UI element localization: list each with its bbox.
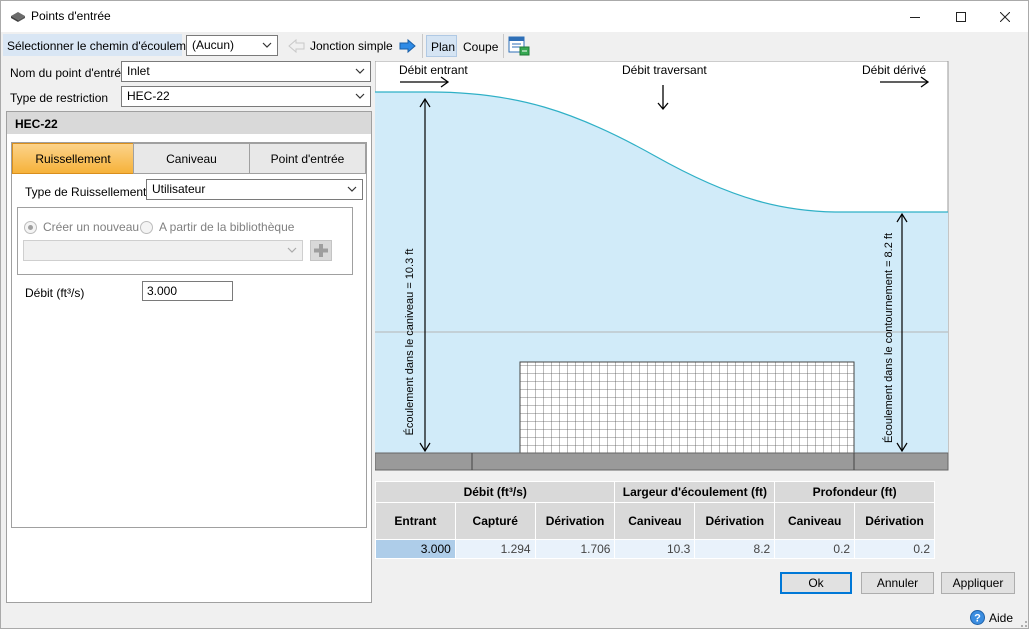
chevron-down-icon [355,93,365,99]
runoff-type-select[interactable]: Utilisateur [146,179,363,200]
maximize-button[interactable] [938,1,984,32]
group-header-width: Largeur d'écoulement (ft) [614,481,776,503]
plan-toggle[interactable]: Plan [426,35,457,57]
maximize-icon [956,11,966,22]
tab-inlet-label: Point d'entrée [270,151,345,166]
inlet-app-icon [11,12,25,22]
inlet-diagram [375,61,949,471]
help-label: Aide [989,610,1014,625]
ground-strip [375,452,949,471]
runoff-type-value: Utilisateur [152,182,206,196]
group-header-depth: Profondeur (ft) [774,481,935,503]
radio-create-new[interactable]: Créer un nouveau [24,220,139,234]
section-toggle[interactable]: Coupe [463,40,498,54]
minimize-icon [910,16,920,18]
apply-button-label: Appliquer [952,576,1004,590]
tab-frame: Ruissellement Caniveau Point d'entrée Ty… [11,142,367,528]
column-header[interactable]: Capturé [454,502,536,540]
toolbar-separator-2 [503,34,504,58]
title-bar: Points d'entrée [1,1,1028,32]
plan-label: Plan [431,40,456,54]
through-flow-label: Débit traversant [622,63,707,77]
column-header[interactable]: Caniveau [614,502,696,540]
report-icon[interactable] [508,36,530,56]
apply-button[interactable]: Appliquer [941,572,1015,594]
restriction-value: HEC-22 [127,89,170,103]
chevron-down-icon [347,186,357,192]
column-header[interactable]: Dérivation [694,502,776,540]
chevron-down-icon [262,42,272,48]
inlet-name-select[interactable]: Inlet [121,61,371,82]
window-title: Points d'entrée [31,9,111,23]
tab-gutter-label: Caniveau [166,151,217,166]
flow-path-label: Sélectionner le chemin d'écoulement [7,39,203,53]
library-select[interactable] [23,240,303,261]
arrow-left-icon[interactable] [288,38,306,54]
gutter-flow-label: Écoulement dans le caniveau = 10.3 ft [404,248,416,436]
dialog-window: Points d'entrée Sélectionner le chemin d… [0,0,1029,629]
inlet-grate [519,361,855,454]
tab-inlet[interactable]: Point d'entrée [249,143,366,174]
help-link[interactable]: ? Aide [970,610,1013,625]
svg-text:?: ? [974,613,981,625]
results-table: Débit (ft³/s) Largeur d'écoulement (ft) … [374,481,935,559]
minimize-button[interactable] [892,1,938,32]
radio-create-new-label: Créer un nouveau [43,220,140,234]
flow-label: Débit (ft³/s) [25,286,85,300]
column-header[interactable]: Caniveau [774,502,856,540]
toolbar-separator [422,34,423,58]
table-cell[interactable]: 10.3 [614,539,696,559]
tab-runoff[interactable]: Ruissellement [12,143,134,174]
table-cell[interactable]: 0.2 [774,539,856,559]
hec22-panel: HEC-22 Ruissellement Caniveau Point d'en… [6,111,372,603]
table-cell[interactable]: 8.2 [694,539,776,559]
junction-label: Jonction simple [310,39,393,53]
table-cell[interactable]: 1.294 [454,539,536,559]
group-header-flow: Débit (ft³/s) [374,481,616,503]
table-row: 3.000 1.294 1.706 10.3 8.2 0.2 0.2 [375,539,935,559]
add-library-button[interactable] [310,240,332,261]
radio-create-new-dot [24,220,37,234]
tab-gutter[interactable]: Caniveau [133,143,250,174]
close-icon [1000,11,1010,22]
radio-from-library[interactable]: A partir de la bibliothèque [140,220,294,234]
help-icon: ? [970,610,985,625]
radio-from-library-dot [140,220,153,234]
bypass-flow-label-text: Écoulement dans le contournement = 8.2 f… [883,232,895,444]
flow-path-select[interactable]: (Aucun) [186,35,278,56]
column-header[interactable]: Dérivation [854,502,935,540]
library-group: Créer un nouveau A partir de la biblioth… [17,207,353,275]
ok-button[interactable]: Ok [780,572,852,594]
flow-path-value: (Aucun) [192,38,235,52]
table-cell[interactable]: 3.000 [375,539,456,559]
cancel-button[interactable]: Annuler [861,572,934,594]
plus-icon [314,244,328,257]
chevron-down-icon [287,247,297,253]
arrow-right-icon[interactable] [398,38,416,54]
table-cell[interactable]: 0.2 [854,539,935,559]
column-header[interactable]: Entrant [375,502,456,540]
inlet-name-label: Nom du point d'entrée [10,66,128,80]
chevron-down-icon [355,68,365,74]
flow-input[interactable] [142,281,233,301]
restriction-select[interactable]: HEC-22 [121,86,371,107]
column-header[interactable]: Dérivation [534,502,616,540]
runoff-type-label: Type de Ruissellement [25,185,147,199]
inlet-name-value: Inlet [127,64,150,78]
incoming-flow-label: Débit entrant [399,63,468,77]
close-button[interactable] [982,1,1028,32]
restriction-label: Type de restriction [10,91,109,105]
panel-header: HEC-22 [7,112,371,134]
cancel-button-label: Annuler [876,576,919,590]
ok-button-label: Ok [808,576,824,590]
bypass-flow-label: Débit dérivé [862,63,927,77]
radio-from-library-label: A partir de la bibliothèque [159,220,295,234]
resize-grip-icon[interactable] [1016,616,1028,628]
tab-runoff-label: Ruissellement [35,151,111,166]
table-cell[interactable]: 1.706 [534,539,616,559]
